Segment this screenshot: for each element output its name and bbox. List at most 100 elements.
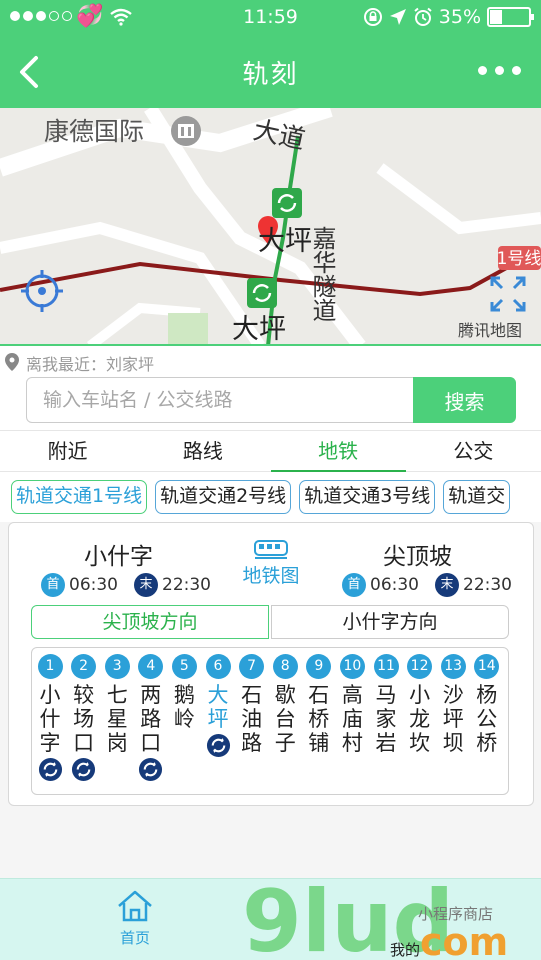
start-times: 首 06:30 末 22:30 xyxy=(41,573,211,597)
station-name: 马家岩 xyxy=(375,683,397,755)
station-name: 较场口 xyxy=(73,683,95,755)
transfer-icon xyxy=(38,757,62,782)
line-chip-2[interactable]: 轨道交通2号线 xyxy=(155,480,292,514)
map-label-station: 大坪 xyxy=(232,314,286,345)
station-item[interactable]: 6 大坪 xyxy=(204,654,232,758)
bottom-tab-bar: 首页 9lud 小程序商店 com 我的 xyxy=(0,878,541,960)
station-number: 11 xyxy=(373,654,399,679)
battery-percent: 35% xyxy=(438,6,481,28)
alarm-icon xyxy=(414,7,432,26)
last-train-time: 22:30 xyxy=(162,575,211,595)
more-options-icon[interactable] xyxy=(478,66,521,75)
line-chip-4[interactable]: 轨道交 xyxy=(443,480,511,514)
station-number: 14 xyxy=(474,654,500,679)
station-number: 10 xyxy=(339,654,365,679)
map-label-building: 康德国际 xyxy=(44,117,144,146)
first-train-badge: 首 xyxy=(342,573,366,597)
train-icon xyxy=(254,540,288,559)
search-bar: 搜索 xyxy=(0,376,541,430)
tab-metro[interactable]: 地铁 xyxy=(270,431,407,472)
line-detail-card: 小什字 尖顶坡 首 06:30 末 22:30 首 06:30 末 22:30 … xyxy=(8,522,534,806)
home-icon xyxy=(118,890,152,922)
building-icon xyxy=(171,116,201,146)
station-number: 13 xyxy=(440,654,466,679)
metro-station-icon[interactable] xyxy=(247,278,277,308)
station-name: 沙坪坝 xyxy=(442,683,464,755)
station-number: 7 xyxy=(239,654,265,679)
map-label-station: 大坪 xyxy=(258,226,312,257)
station-number: 9 xyxy=(306,654,332,679)
station-item[interactable]: 13 沙坪坝 xyxy=(439,654,467,755)
line-chip-3[interactable]: 轨道交通3号线 xyxy=(299,480,436,514)
page-title: 轨刻 xyxy=(242,60,299,90)
start-terminal: 小什字 xyxy=(84,544,153,570)
station-item[interactable]: 12 小龙坎 xyxy=(406,654,434,755)
map-view[interactable]: 1号线 康德国际 大道 大坪 大坪 嘉华隧道 腾讯地图 xyxy=(0,108,541,346)
station-name: 两路口 xyxy=(140,683,162,755)
end-terminal: 尖顶坡 xyxy=(383,544,452,570)
station-item[interactable]: 8 歇台子 xyxy=(271,654,299,755)
transfer-icon xyxy=(72,757,96,782)
battery-icon xyxy=(487,7,534,27)
tab-home-label: 首页 xyxy=(119,929,150,947)
station-item[interactable]: 10 高庙村 xyxy=(338,654,366,755)
tab-route[interactable]: 路线 xyxy=(135,431,270,471)
line-selector: 轨道交通1号线 轨道交通2号线 轨道交通3号线 轨道交 xyxy=(0,472,541,522)
tab-nearby[interactable]: 附近 xyxy=(0,431,135,471)
metro-map-button[interactable]: 地铁图 xyxy=(237,539,305,588)
station-name: 七星岗 xyxy=(106,683,128,755)
station-list[interactable]: 1 小什字 2 较场口 3 七星岗 4 两路口 5 鹅岭 6 大坪 7 石油路 8 歇台子 9 石桥铺 10 高庙村 1… xyxy=(31,647,509,795)
station-name: 杨公桥 xyxy=(476,683,498,755)
station-number: 6 xyxy=(205,654,231,679)
station-number: 2 xyxy=(71,654,97,679)
station-item[interactable]: 11 马家岩 xyxy=(372,654,400,755)
station-item[interactable]: 2 较场口 xyxy=(70,654,98,782)
station-item[interactable]: 14 杨公桥 xyxy=(473,654,501,755)
station-item[interactable]: 5 鹅岭 xyxy=(170,654,198,731)
station-number: 3 xyxy=(104,654,130,679)
nearest-station-text: 离我最近：刘家坪 xyxy=(26,355,155,374)
metro-station-icon[interactable] xyxy=(272,188,302,218)
station-number: 1 xyxy=(37,654,63,679)
tab-home[interactable]: 首页 xyxy=(110,889,160,948)
category-tabs: 附近 路线 地铁 公交 xyxy=(0,430,541,472)
search-button[interactable]: 搜索 xyxy=(413,377,516,423)
rotation-lock-icon xyxy=(363,8,382,26)
station-number: 5 xyxy=(171,654,197,679)
station-item[interactable]: 7 石油路 xyxy=(238,654,266,755)
station-name: 鹅岭 xyxy=(173,683,195,731)
station-name: 歇台子 xyxy=(274,683,296,755)
station-name: 小什字 xyxy=(39,683,61,755)
station-number: 12 xyxy=(407,654,433,679)
station-item[interactable]: 4 两路口 xyxy=(137,654,165,782)
first-train-badge: 首 xyxy=(41,573,65,597)
station-name: 石桥铺 xyxy=(308,683,330,755)
nav-bar: 轨刻 xyxy=(0,36,541,108)
last-train-badge: 末 xyxy=(134,573,158,597)
station-item[interactable]: 9 石桥铺 xyxy=(305,654,333,755)
last-train-badge: 末 xyxy=(435,573,459,597)
station-name: 小龙坎 xyxy=(409,683,431,755)
first-train-time: 06:30 xyxy=(69,575,118,595)
map-line-tag: 1号线 xyxy=(497,249,541,269)
station-name: 大坪 xyxy=(207,683,229,731)
line-chip-1[interactable]: 轨道交通1号线 xyxy=(11,480,148,514)
last-train-time: 22:30 xyxy=(463,575,512,595)
direction-toggle-b[interactable]: 小什字方向 xyxy=(271,605,509,639)
station-item[interactable]: 1 小什字 xyxy=(36,654,64,782)
location-pin-icon xyxy=(5,353,19,371)
transfer-icon xyxy=(206,733,230,758)
tab-mine-label[interactable]: 我的 xyxy=(390,939,420,960)
transfer-icon xyxy=(139,757,163,782)
search-input[interactable] xyxy=(26,377,416,423)
direction-toggle-a[interactable]: 尖顶坡方向 xyxy=(31,605,269,639)
location-arrow-icon xyxy=(389,9,406,25)
tab-bus[interactable]: 公交 xyxy=(406,431,541,471)
end-times: 首 06:30 末 22:30 xyxy=(342,573,512,597)
map-provider: 腾讯地图 xyxy=(458,321,522,340)
status-bar: 💞 11:59 35% xyxy=(0,0,541,36)
station-item[interactable]: 3 七星岗 xyxy=(103,654,131,755)
station-number: 8 xyxy=(272,654,298,679)
metro-map-label: 地铁图 xyxy=(242,565,300,587)
nearest-station-row: 离我最近：刘家坪 xyxy=(0,346,541,376)
